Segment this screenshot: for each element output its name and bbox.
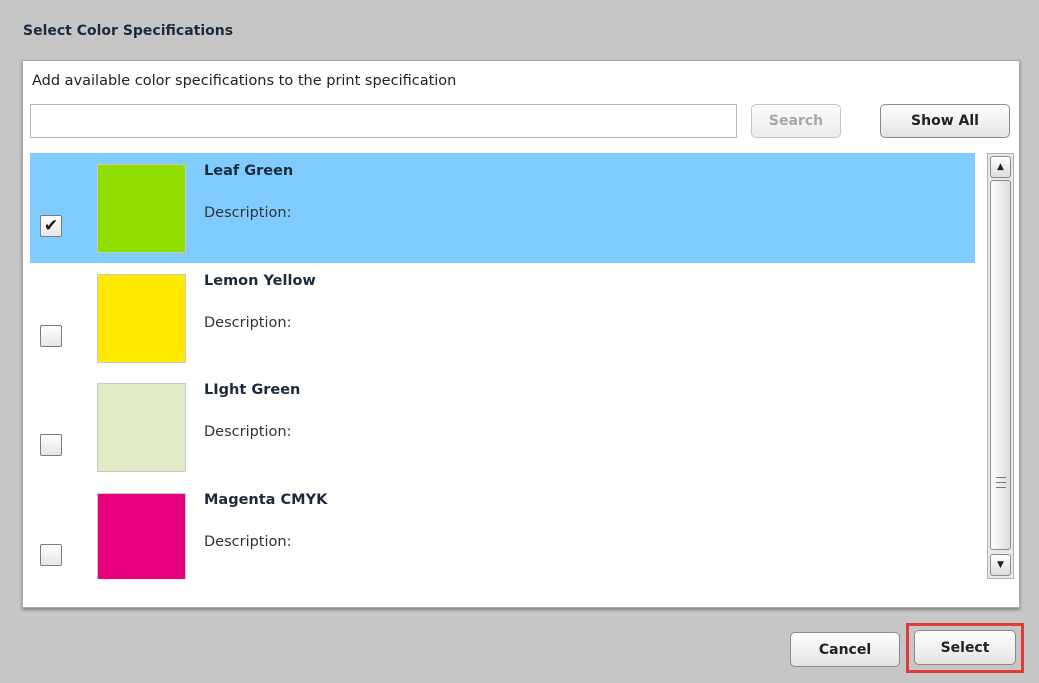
color-swatch — [97, 493, 186, 579]
color-name: LIght Green — [204, 382, 301, 398]
color-spec-list[interactable]: ✔ Leaf Green Description: Lemon Yellow D… — [30, 153, 1014, 579]
scroll-up-arrow-icon[interactable]: ▲ — [990, 156, 1011, 178]
list-item-leaf-green[interactable]: ✔ Leaf Green Description: — [30, 153, 975, 263]
checkbox[interactable] — [40, 434, 62, 456]
color-name: Lemon Yellow — [204, 273, 316, 289]
description-label: Description: — [204, 534, 292, 550]
select-button[interactable]: Select — [914, 630, 1016, 665]
checkbox[interactable]: ✔ — [40, 215, 62, 237]
description-label: Description: — [204, 424, 292, 440]
vertical-scrollbar[interactable]: ▲ ▼ — [987, 153, 1014, 579]
scroll-down-arrow-icon[interactable]: ▼ — [990, 554, 1011, 576]
description-label: Description: — [204, 205, 292, 221]
instruction-text: Add available color specifications to th… — [32, 73, 457, 89]
scroll-thumb[interactable] — [990, 180, 1011, 550]
list-item-light-green[interactable]: LIght Green Description: — [30, 372, 975, 482]
color-spec-panel: Add available color specifications to th… — [22, 60, 1020, 608]
color-name: Leaf Green — [204, 163, 294, 179]
list-item-lemon-yellow[interactable]: Lemon Yellow Description: — [30, 263, 975, 373]
color-name: Magenta CMYK — [204, 492, 328, 508]
list-item-magenta-cmyk[interactable]: Magenta CMYK Description: — [30, 482, 975, 579]
color-swatch — [97, 383, 186, 472]
checkbox[interactable] — [40, 544, 62, 566]
grip-icon — [996, 477, 1006, 488]
color-swatch — [97, 274, 186, 363]
search-button[interactable]: Search — [751, 104, 841, 138]
cancel-button[interactable]: Cancel — [790, 632, 900, 667]
description-label: Description: — [204, 315, 292, 331]
dialog-title: Select Color Specifications — [23, 23, 234, 39]
show-all-button[interactable]: Show All — [880, 104, 1010, 138]
color-swatch — [97, 164, 186, 253]
search-input[interactable] — [30, 104, 737, 138]
checkbox[interactable] — [40, 325, 62, 347]
